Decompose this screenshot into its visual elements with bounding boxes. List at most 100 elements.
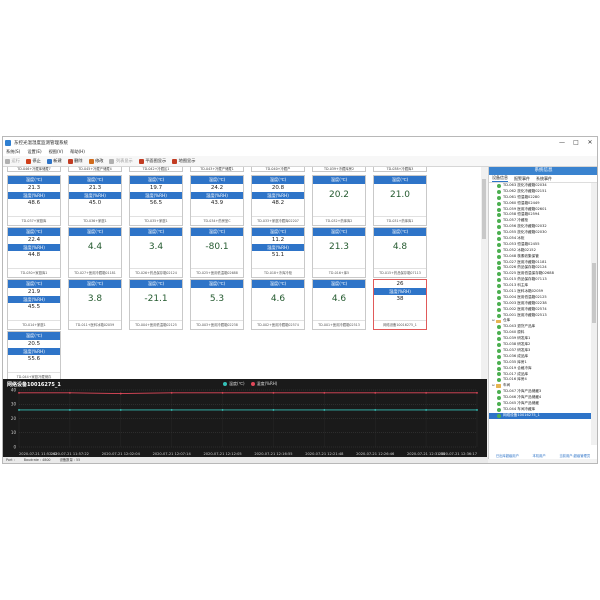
status-online-icon bbox=[497, 266, 501, 271]
tab-device-info[interactable]: 设备信息 bbox=[492, 175, 508, 182]
device-card[interactable]: 温度(℃) 3.4 TD-026+药品保存箱02124 bbox=[129, 227, 183, 278]
device-card-name: TD-004+医用低温箱02125 bbox=[130, 320, 182, 329]
minimize-button[interactable]: — bbox=[555, 139, 569, 146]
temp-value: 21.3 bbox=[328, 242, 350, 252]
maximize-button[interactable]: □ bbox=[569, 139, 583, 146]
series-point-0 bbox=[476, 409, 478, 411]
window-title: 东控光温湿度监测管理系统 bbox=[14, 140, 68, 146]
series-point-1 bbox=[119, 392, 122, 395]
partial-card-label[interactable]: TD-038+冷藏库3 bbox=[373, 167, 427, 172]
temp-value: 4.8 bbox=[392, 242, 408, 252]
temp-header: 温度(℃) bbox=[69, 176, 121, 184]
device-card[interactable]: 26 湿度(%RH) 38 网络设备10016275_1 bbox=[373, 279, 427, 330]
device-card[interactable]: 温度(℃) 4.6 TD-002+医用冷藏箱02574 bbox=[251, 279, 305, 330]
toolbar-button-label: 平面图显示 bbox=[145, 158, 167, 163]
temp-value: 4.4 bbox=[87, 242, 103, 252]
status-online-icon bbox=[497, 213, 501, 218]
device-card[interactable]: 温度(℃) 4.6 TD-001+医用冷藏箱02513 bbox=[312, 279, 366, 330]
device-card[interactable]: 温度(℃) 20.5 湿度(%RH) 55.6 TD-044+家庭冷藏储存 bbox=[7, 331, 61, 379]
temp-header: 温度(℃) bbox=[8, 280, 60, 288]
device-tree-scrollbar[interactable] bbox=[591, 183, 597, 445]
partial-card-label[interactable]: TD-042+冷藏区1 bbox=[129, 167, 183, 172]
device-card-name: TD-034+药房室C bbox=[191, 216, 243, 225]
partial-card-label[interactable]: TD-045+冷藏产储藏4 bbox=[68, 167, 122, 172]
toolbar-button-label: 删除 bbox=[74, 158, 83, 163]
y-tick-label: 20 bbox=[11, 416, 17, 421]
device-card[interactable]: 温度(℃) 11.2 湿度(%RH) 51.1 TD-018+冷库冷柜 bbox=[251, 227, 305, 278]
device-card[interactable]: 温度(℃) 4.8 TD-015+药品保存箱07113 bbox=[373, 227, 427, 278]
close-button[interactable]: ✕ bbox=[583, 139, 597, 146]
partial-card-label[interactable]: TD-040+冷藏产 bbox=[251, 167, 305, 172]
footer-link-1[interactable]: 已出库超级用户 bbox=[496, 453, 519, 459]
menu-system[interactable]: 系统(S) bbox=[6, 149, 20, 155]
partial-card-label[interactable]: TD-039+冷藏库房2 bbox=[312, 167, 366, 172]
collapse-toggle-icon[interactable]: ⊟ bbox=[492, 318, 495, 324]
menu-view[interactable]: 视图(V) bbox=[49, 149, 64, 155]
toolbar-button-label: 新建 bbox=[53, 158, 62, 163]
device-card[interactable]: 温度(℃) -80.1 TD-025+医用低温箱02688 bbox=[190, 227, 244, 278]
toolbar-button-7[interactable]: 地图显示 bbox=[172, 158, 195, 164]
toolbar-button-0[interactable]: 运行 bbox=[5, 158, 20, 164]
series-point-0 bbox=[18, 409, 20, 411]
device-card-name: TD-002+医用冷藏箱02574 bbox=[252, 320, 304, 329]
temp-header: 温度(℃) bbox=[313, 228, 365, 236]
status-online-icon bbox=[497, 372, 501, 377]
collapse-toggle-icon[interactable]: ⊟ bbox=[492, 383, 495, 389]
humidity-value: 51.1 bbox=[271, 252, 285, 258]
menu-settings[interactable]: 设置(E) bbox=[27, 149, 41, 155]
toolbar-button-1[interactable]: 停止 bbox=[25, 158, 41, 164]
temp-header: 温度(℃) bbox=[191, 280, 243, 288]
device-card[interactable]: 温度(℃) 4.4 TD-027+医用冷藏箱01181 bbox=[68, 227, 122, 278]
partial-card-label[interactable]: TD-043+冷藏产储藏1 bbox=[190, 167, 244, 172]
humidity-header: 湿度(%RH) bbox=[8, 296, 60, 303]
menu-help[interactable]: 帮助(H) bbox=[70, 149, 85, 155]
partial-card-label[interactable]: TD-046+冷藏库储藏7 bbox=[7, 167, 61, 172]
device-card[interactable]: 温度(℃) 24.2 湿度(%RH) 43.9 TD-034+药房室C bbox=[190, 175, 244, 226]
temp-value: 21.3 bbox=[27, 185, 41, 191]
temp-value: 21.9 bbox=[27, 289, 41, 295]
toolbar-button-6[interactable]: 平面图显示 bbox=[138, 158, 167, 164]
series-point-1 bbox=[68, 391, 71, 394]
toolbar-button-2[interactable]: 新建 bbox=[46, 158, 62, 164]
device-card[interactable]: 温度(℃) 19.7 湿度(%RH) 56.5 TD-035+家庭1 bbox=[129, 175, 183, 226]
device-card[interactable]: 温度(℃) 3.8 TD-011+医科冰箱02059 bbox=[68, 279, 122, 330]
tab-alarm-events[interactable]: 报警事件 bbox=[514, 176, 530, 182]
device-card[interactable]: 温度(℃) 21.3 湿度(%RH) 45.0 TD-036+家庭1 bbox=[68, 175, 122, 226]
status-online-icon bbox=[497, 378, 501, 383]
temp-header: 温度(℃) bbox=[130, 280, 182, 288]
device-card-name: TD-003+医用冷藏箱02238 bbox=[191, 320, 243, 329]
temp-value: -80.1 bbox=[205, 242, 229, 252]
footer-link-2[interactable]: 本机用户 bbox=[533, 453, 546, 459]
status-online-icon bbox=[497, 242, 501, 247]
device-card[interactable]: 温度(℃) 21.9 湿度(%RH) 45.5 TD-014+家庭1 bbox=[7, 279, 61, 330]
temp-value: 19.7 bbox=[149, 185, 163, 191]
card-grid-scrollbar[interactable] bbox=[481, 167, 487, 379]
temp-header: 温度(℃) bbox=[69, 228, 121, 236]
tree-device-item[interactable]: 网络设备10016275_1 bbox=[489, 412, 591, 419]
device-card[interactable]: 温度(℃) 21.3 TD-016+库5 bbox=[312, 227, 366, 278]
humidity-header: 湿度(%RH) bbox=[8, 244, 60, 251]
status-online-icon bbox=[497, 189, 501, 194]
device-card[interactable]: 温度(℃) -21.1 TD-004+医用低温箱02125 bbox=[129, 279, 183, 330]
tab-system-events[interactable]: 系统事件 bbox=[536, 176, 552, 182]
toolbar-button-5[interactable]: 列表显示 bbox=[109, 158, 133, 164]
device-card[interactable]: 温度(℃) 20.2 TD-032+药库库2 bbox=[312, 175, 366, 226]
temp-header: 温度(℃) bbox=[191, 228, 243, 236]
humidity-value: 43.9 bbox=[210, 200, 224, 206]
temp-header: 温度(℃) bbox=[374, 228, 426, 236]
series-point-0 bbox=[374, 409, 377, 411]
status-online-icon bbox=[497, 183, 501, 188]
series-line-1 bbox=[19, 392, 477, 395]
device-card-name: TD-037+家庭库 bbox=[8, 216, 60, 225]
x-tick-label: 2020-07-21 12:12:05 bbox=[203, 452, 241, 456]
status-online-icon bbox=[497, 407, 501, 412]
device-card[interactable]: 温度(℃) 21.0 TD-031+药库库1 bbox=[373, 175, 427, 226]
humidity-header: 湿度(%RH) bbox=[8, 192, 60, 199]
toolbar-button-4[interactable]: 修改 bbox=[88, 158, 103, 164]
toolbar-button-3[interactable]: 删除 bbox=[67, 158, 83, 164]
device-card[interactable]: 温度(℃) 5.3 TD-003+医用冷藏箱02238 bbox=[190, 279, 244, 330]
y-tick-label: 40 bbox=[11, 387, 17, 392]
device-card[interactable]: 温度(℃) 21.3 湿度(%RH) 48.6 TD-037+家庭库 bbox=[7, 175, 61, 226]
device-card[interactable]: 温度(℃) 20.8 湿度(%RH) 48.2 TD-033+家庭冷藏库02207 bbox=[251, 175, 305, 226]
device-card[interactable]: 温度(℃) 22.4 湿度(%RH) 44.8 TD-030+家庭库1 bbox=[7, 227, 61, 278]
